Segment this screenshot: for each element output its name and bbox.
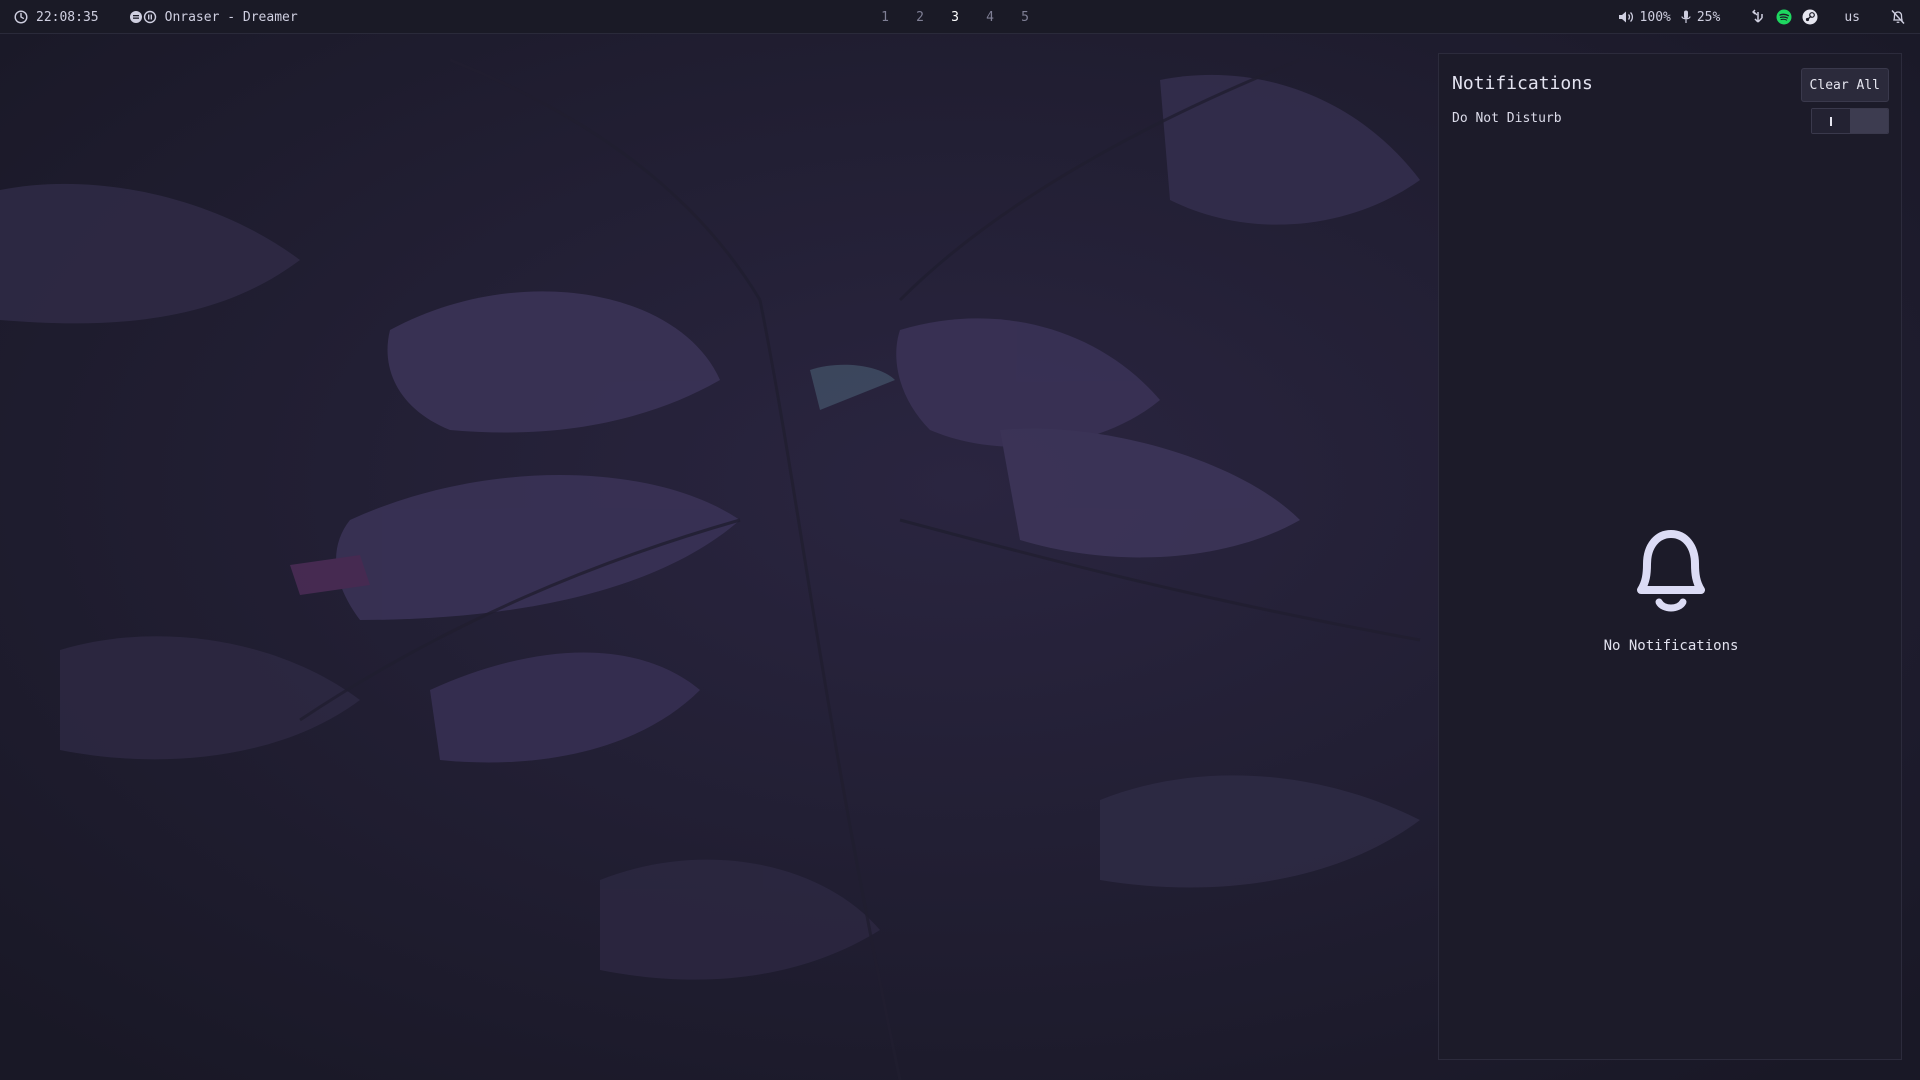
desktop: 22:08:35 Onraser - Dreamer 1 2 3 4 5 100… [0, 0, 1920, 1080]
steam-icon[interactable] [1802, 9, 1818, 25]
clock-icon [14, 10, 28, 24]
notification-panel: Notifications Clear All Do Not Disturb N… [1438, 53, 1902, 1060]
media-widget[interactable]: Onraser - Dreamer [129, 10, 298, 25]
mic-text: 25% [1696, 9, 1721, 25]
notification-toggle[interactable] [1890, 9, 1906, 25]
volume-text: 100% [1639, 9, 1671, 25]
panel-title: Notifications [1452, 73, 1593, 94]
clear-all-button[interactable]: Clear All [1800, 68, 1889, 102]
media-player-icon [129, 10, 157, 24]
workspace-1[interactable]: 1 [880, 10, 890, 25]
clock-text: 22:08:35 [36, 9, 99, 25]
bell-icon [1633, 524, 1709, 616]
bell-off-icon [1890, 9, 1906, 25]
microphone-icon [1681, 10, 1691, 24]
workspace-4[interactable]: 4 [985, 10, 995, 25]
system-tray [1750, 9, 1818, 25]
dnd-switch-off-side [1850, 109, 1888, 133]
keyboard-layout-text: us [1844, 9, 1860, 25]
workspace-5[interactable]: 5 [1020, 10, 1030, 25]
media-title: Onraser - Dreamer [164, 9, 298, 25]
network-icon[interactable] [1750, 9, 1766, 25]
dnd-label: Do Not Disturb [1452, 111, 1562, 126]
spotify-icon[interactable] [1776, 9, 1792, 25]
workspace-2[interactable]: 2 [915, 10, 925, 25]
bar-right: 100% 25% us [1608, 0, 1906, 34]
volume-widget[interactable]: 100% [1618, 10, 1671, 25]
speaker-icon [1618, 10, 1634, 24]
dnd-switch-on-side [1812, 109, 1850, 133]
empty-state: No Notifications [1439, 524, 1903, 654]
workspace-3[interactable]: 3 [950, 10, 960, 25]
clock-widget[interactable]: 22:08:35 [14, 10, 99, 25]
bar-left: 22:08:35 Onraser - Dreamer [14, 0, 298, 34]
mic-widget[interactable]: 25% [1681, 10, 1720, 25]
keyboard-layout[interactable]: us [1844, 10, 1860, 25]
workspace-switcher: 1 2 3 4 5 [880, 0, 1030, 34]
empty-message: No Notifications [1603, 638, 1739, 654]
top-bar: 22:08:35 Onraser - Dreamer 1 2 3 4 5 100… [0, 0, 1920, 34]
dnd-switch[interactable] [1811, 108, 1889, 134]
